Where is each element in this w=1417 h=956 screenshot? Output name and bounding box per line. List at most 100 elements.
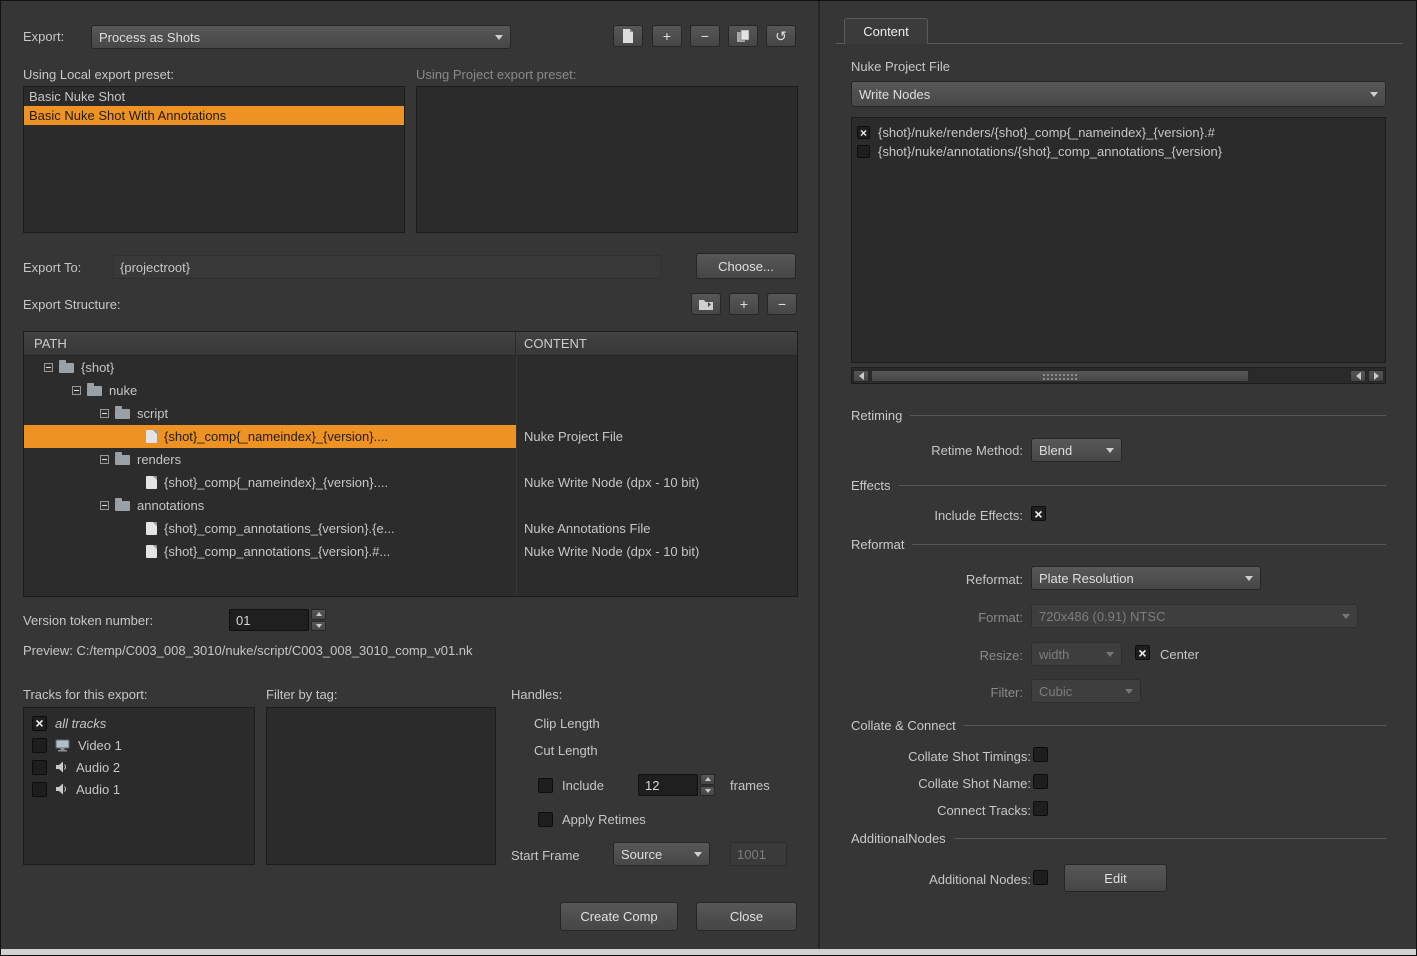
revert-presets-button[interactable]: ↺ — [766, 25, 796, 47]
tree-row[interactable]: {shot} — [24, 356, 797, 379]
track-row[interactable]: Audio 2 — [24, 756, 254, 778]
start-frame-value: Source — [621, 847, 662, 862]
local-preset-list[interactable]: Basic Nuke Shot Basic Nuke Shot With Ann… — [23, 86, 405, 233]
track-row[interactable]: × all tracks — [24, 712, 254, 734]
folder-icon — [59, 363, 74, 373]
additional-nodes-checkbox[interactable] — [1033, 870, 1048, 885]
track-checkbox[interactable] — [32, 782, 47, 797]
tree-row[interactable]: {shot}_comp{_nameindex}_{version}.... Nu… — [24, 471, 797, 494]
scrollbar-thumb[interactable] — [871, 370, 1249, 382]
tree-row[interactable]: annotations — [24, 494, 797, 517]
section-title: Collate & Connect — [851, 718, 956, 733]
chevron-down-icon — [1125, 689, 1133, 694]
arrow-left-icon — [1356, 372, 1361, 380]
cut-length-label: Cut Length — [534, 743, 598, 758]
chevron-down-icon — [1370, 92, 1378, 97]
expander-icon[interactable] — [100, 501, 109, 510]
scroll-right-button[interactable] — [1368, 370, 1384, 382]
chevron-down-icon — [495, 35, 503, 40]
track-checkbox[interactable] — [32, 738, 47, 753]
include-effects-label: Include Effects: — [851, 508, 1023, 523]
export-preset-select[interactable]: Process as Shots — [91, 25, 511, 49]
apply-retimes-checkbox[interactable] — [538, 812, 553, 827]
expander-icon[interactable] — [72, 386, 81, 395]
tree-node-label: {shot} — [81, 360, 114, 375]
version-token-value: 01 — [236, 613, 250, 628]
tree-node-label: {shot}_comp_annotations_{version}.{e... — [164, 521, 395, 536]
connect-tracks-checkbox[interactable] — [1033, 801, 1048, 816]
tree-node-label: script — [137, 406, 168, 421]
list-item[interactable]: Basic Nuke Shot With Annotations — [24, 106, 404, 125]
column-header-path[interactable]: PATH — [24, 332, 516, 355]
reformat-select[interactable]: Plate Resolution — [1031, 566, 1261, 590]
write-nodes-list[interactable]: × {shot}/nuke/renders/{shot}_comp{_namei… — [851, 117, 1386, 363]
copy-icon — [736, 29, 750, 43]
tab-content[interactable]: Content — [844, 18, 928, 44]
write-node-checkbox[interactable]: × — [857, 126, 870, 139]
remove-structure-entry-button[interactable]: − — [767, 293, 797, 315]
new-preset-button[interactable] — [613, 25, 643, 47]
stepper-up-button[interactable] — [311, 609, 326, 620]
start-frame-select[interactable]: Source — [613, 842, 710, 866]
collate-shot-name-checkbox[interactable] — [1033, 774, 1048, 789]
section-title: Retiming — [851, 408, 902, 423]
scroll-left-button[interactable] — [853, 370, 869, 382]
track-row[interactable]: Video 1 — [24, 734, 254, 756]
chevron-down-icon — [1106, 652, 1114, 657]
tree-row[interactable]: {shot}_comp_annotations_{version}.#... N… — [24, 540, 797, 563]
node-type-select[interactable]: Write Nodes — [851, 81, 1386, 107]
edit-additional-nodes-button[interactable]: Edit — [1064, 864, 1167, 892]
collate-shot-timings-checkbox[interactable] — [1033, 747, 1048, 762]
delete-preset-button[interactable]: − — [690, 25, 720, 47]
add-structure-entry-button[interactable]: + — [729, 293, 759, 315]
track-row[interactable]: Audio 1 — [24, 778, 254, 800]
include-effects-checkbox[interactable]: × — [1031, 506, 1046, 521]
expander-icon[interactable] — [100, 409, 109, 418]
project-preset-list[interactable] — [416, 86, 798, 233]
horizontal-scrollbar — [851, 367, 1386, 384]
choose-button[interactable]: Choose... — [696, 253, 796, 279]
export-dialog: Export: Process as Shots + − ↺ Using Loc… — [0, 0, 1417, 956]
export-to-field[interactable]: {projectroot} — [113, 255, 661, 279]
tracks-list[interactable]: × all tracks Video 1 Audio 2 Audio 1 — [23, 707, 255, 865]
version-token-input[interactable]: 01 — [229, 609, 309, 631]
tree-row[interactable]: renders — [24, 448, 797, 471]
chevron-down-icon — [694, 852, 702, 857]
expander-icon[interactable] — [44, 363, 53, 372]
close-button[interactable]: Close — [696, 902, 797, 931]
stepper-down-button[interactable] — [311, 621, 326, 632]
start-frame-number-input: 1001 — [730, 842, 787, 866]
tree-row[interactable]: {shot}_comp_annotations_{version}.{e... … — [24, 517, 797, 540]
column-header-content[interactable]: CONTENT — [516, 332, 797, 355]
resize-select: width — [1031, 642, 1122, 666]
stepper-up-button[interactable] — [700, 774, 715, 785]
expander-icon[interactable] — [100, 455, 109, 464]
tree-row[interactable]: nuke — [24, 379, 797, 402]
connect-tracks-label: Connect Tracks: — [851, 803, 1031, 818]
tree-row[interactable]: script — [24, 402, 797, 425]
retime-method-select[interactable]: Blend — [1031, 438, 1122, 462]
export-to-value: {projectroot} — [120, 260, 190, 275]
include-frames-checkbox[interactable] — [538, 778, 553, 793]
tree-node-content — [516, 379, 797, 402]
tree-row[interactable]: {shot}_comp{_nameindex}_{version}.... Nu… — [24, 425, 797, 448]
include-frames-input[interactable]: 12 — [638, 774, 698, 796]
track-checkbox[interactable] — [32, 760, 47, 775]
add-preset-button[interactable]: + — [652, 25, 682, 47]
filter-by-tag-list[interactable] — [266, 707, 496, 865]
new-folder-button[interactable] — [691, 293, 721, 315]
create-comp-button[interactable]: Create Comp — [560, 902, 678, 931]
write-node-row[interactable]: {shot}/nuke/annotations/{shot}_comp_anno… — [852, 142, 1385, 161]
write-node-checkbox[interactable] — [857, 145, 870, 158]
revert-icon: ↺ — [775, 28, 787, 45]
track-checkbox[interactable]: × — [32, 716, 47, 731]
center-checkbox[interactable]: × — [1135, 645, 1150, 660]
stepper-down-button[interactable] — [700, 786, 715, 797]
tree-node-label: renders — [137, 452, 181, 467]
node-type-value: Write Nodes — [859, 87, 930, 102]
copy-preset-to-project-button[interactable] — [728, 25, 758, 47]
arrow-down-icon — [316, 624, 322, 628]
list-item[interactable]: Basic Nuke Shot — [24, 87, 404, 106]
write-node-row[interactable]: × {shot}/nuke/renders/{shot}_comp{_namei… — [852, 123, 1385, 142]
scroll-left-button[interactable] — [1350, 370, 1366, 382]
